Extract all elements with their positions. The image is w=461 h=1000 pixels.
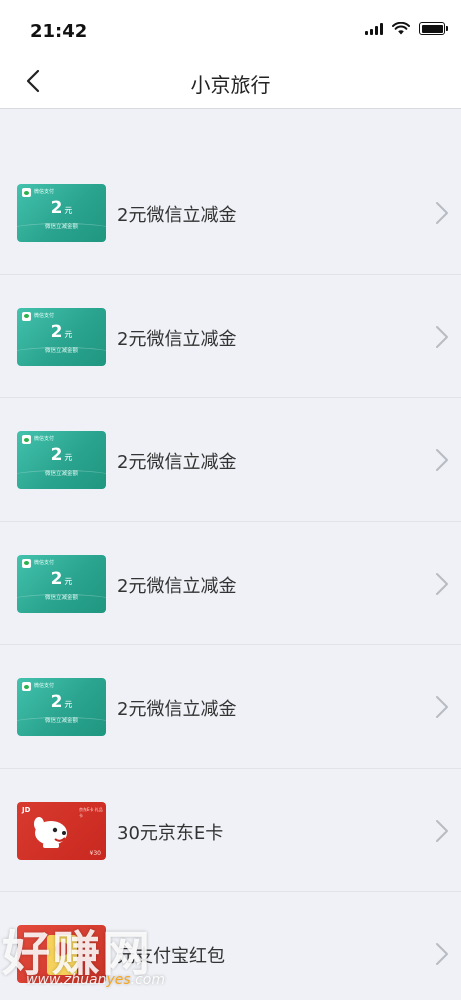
- status-icons: [365, 22, 448, 35]
- card-subtitle: 微信立减金额: [44, 718, 78, 724]
- item-label: 30元京东E卡: [117, 822, 224, 844]
- nav-bar: 小京旅行: [0, 52, 461, 109]
- wechat-coupon-card: 微信支付 2元 微信立减金额: [17, 554, 106, 613]
- wechat-pay-logo-icon: [22, 682, 31, 691]
- card-amount: 2元: [50, 321, 73, 342]
- list-item[interactable]: 微信支付 2元 微信立减金额 2元微信立减金: [0, 151, 461, 275]
- wechat-pay-logo-icon: [22, 435, 31, 444]
- jd-logo: JD: [22, 805, 31, 814]
- item-label: 2元微信立减金: [117, 328, 237, 350]
- card-brand: 微信支付: [34, 559, 55, 566]
- status-time: 21:42: [30, 21, 88, 42]
- status-bar: 21:42: [0, 0, 461, 52]
- chevron-right-icon: [436, 819, 448, 842]
- reward-list: 微信支付 2元 微信立减金额 2元微信立减金 微信支付 2元 微信立减金额 2元…: [0, 151, 461, 1000]
- list-item[interactable]: JD 京东E卡 礼品卡 ¥30 30元京东E卡: [0, 768, 461, 892]
- wifi-icon: [392, 22, 410, 35]
- card-amount: 2元: [50, 568, 73, 589]
- card-brand: 微信支付: [34, 683, 55, 689]
- item-label: 元支付宝红包: [117, 946, 225, 967]
- wechat-coupon-card: 微信支付 2元 微信立减金额: [17, 307, 106, 366]
- wechat-pay-logo-icon: [22, 311, 31, 321]
- card-caption: 京东E卡 礼品卡: [79, 806, 103, 818]
- card-brand: 微信支付: [34, 189, 55, 195]
- card-subtitle: 微信立减金额: [44, 224, 78, 230]
- chevron-right-icon: [436, 572, 448, 595]
- jd-ecard: JD 京东E卡 礼品卡 ¥30: [17, 801, 106, 860]
- item-label: 2元微信立减金: [117, 205, 237, 226]
- chevron-right-icon: [436, 449, 448, 471]
- wechat-pay-logo-icon: [22, 188, 31, 197]
- alipay-red-packet-card: [17, 925, 106, 983]
- red-packet-icon: [47, 935, 77, 975]
- wechat-pay-logo-icon: [22, 558, 31, 568]
- list-item[interactable]: 微信支付 2元 微信立减金额 2元微信立减金: [0, 398, 461, 522]
- item-label: 2元微信立减金: [117, 575, 237, 597]
- card-value: ¥30: [89, 849, 101, 857]
- card-subtitle: 微信立减金额: [44, 471, 78, 477]
- card-amount: 2元: [50, 445, 73, 465]
- card-amount: 2元: [50, 198, 73, 218]
- card-brand: 微信支付: [34, 436, 55, 442]
- list-item[interactable]: 微信支付 2元 微信立减金额 2元微信立减金: [0, 645, 461, 769]
- cellular-signal-icon: [365, 22, 383, 35]
- card-brand: 微信支付: [34, 312, 55, 319]
- wechat-coupon-card: 微信支付 2元 微信立减金额: [17, 678, 106, 736]
- wechat-coupon-card: 微信支付 2元 微信立减金额: [17, 431, 106, 489]
- battery-icon: [419, 22, 448, 35]
- item-label: 2元微信立减金: [117, 452, 237, 473]
- list-item[interactable]: 微信支付 2元 微信立减金额 2元微信立减金: [0, 521, 461, 645]
- list-item[interactable]: 元支付宝红包: [0, 892, 461, 1000]
- jd-mascot-icon: [34, 816, 67, 848]
- card-subtitle: 微信立减金额: [44, 347, 78, 354]
- chevron-right-icon: [436, 943, 448, 965]
- page-title: 小京旅行: [190, 73, 271, 97]
- item-label: 2元微信立减金: [117, 699, 237, 720]
- card-amount: 2元: [50, 692, 73, 712]
- list-item[interactable]: 微信支付 2元 微信立减金额 2元微信立减金: [0, 274, 461, 398]
- card-subtitle: 微信立减金额: [44, 594, 78, 601]
- chevron-right-icon: [436, 202, 448, 224]
- wechat-coupon-card: 微信支付 2元 微信立减金额: [17, 184, 106, 242]
- chevron-right-icon: [436, 325, 448, 348]
- chevron-right-icon: [436, 696, 448, 718]
